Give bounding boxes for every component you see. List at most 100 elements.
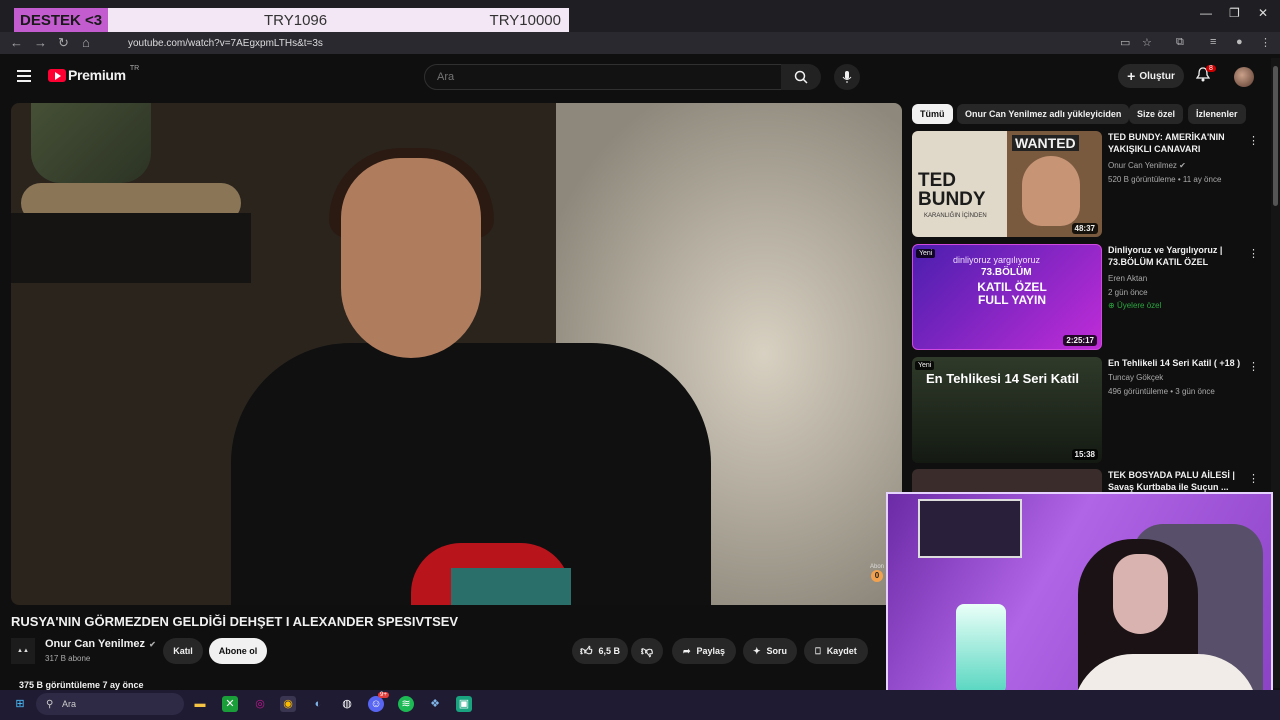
webcam-streamer-face [1113, 554, 1168, 634]
scrollbar-thumb[interactable] [1273, 66, 1278, 206]
extensions-icon[interactable]: ⧉ [1176, 36, 1184, 49]
search-icon: ⚲ [46, 698, 54, 710]
channel-avatar[interactable]: ▲▲ [11, 638, 35, 664]
recommendation-item[interactable]: WANTED TED BUNDY KARANLIĞIN İÇİNDEN 48:3… [912, 131, 1266, 241]
obs-icon[interactable]: ◍ [339, 696, 355, 712]
subscribe-button[interactable]: Abone ol [209, 638, 267, 664]
cast-icon[interactable]: ▭ [1120, 36, 1130, 49]
recommendation-item[interactable]: Yeni dinliyoruz yargılıyoruz 73.BÖLÜM KA… [912, 244, 1266, 354]
more-options-icon[interactable]: ⋮ [1248, 247, 1259, 260]
recommendation-item[interactable]: Yeni En Tehlikesi 14 Seri Katil 15:38 En… [912, 357, 1266, 467]
minimize-icon[interactable]: — [1200, 6, 1212, 20]
user-avatar[interactable] [1234, 67, 1254, 87]
thumbnail-text-top: dinliyoruz yargılıyoruz [953, 255, 1041, 265]
microphone-icon [842, 71, 852, 83]
recommendation-title[interactable]: En Tehlikeli 14 Seri Katil ( +18 ) [1108, 357, 1243, 369]
notification-count-badge: 8 [1206, 65, 1216, 72]
app-icon[interactable]: ◎ [252, 696, 268, 712]
recommendation-item[interactable]: TEK BOSYADA PALU AİLESİ | Savaş Kurtbaba… [912, 469, 1266, 493]
url-bar[interactable]: youtube.com/watch?v=7AEgxpmLTHs&t=3s [104, 34, 1154, 52]
recommendation-channel[interactable]: Eren Aktan [1108, 274, 1147, 283]
subscribe-label: Abone ol [218, 646, 258, 656]
video-meta: 375 B görüntüleme 7 ay önce [19, 680, 144, 690]
windows-start-icon[interactable]: ⊞ [12, 696, 28, 712]
browser-tab-strip: DESTEK <3 TRY1096 TRY10000 — ❐ ✕ [0, 0, 1280, 32]
recommendation-title[interactable]: TEK BOSYADA PALU AİLESİ | Savaş Kurtbaba… [1108, 469, 1243, 493]
back-icon[interactable]: ← [10, 35, 23, 50]
taskbar-search[interactable]: ⚲ Ara [36, 693, 184, 715]
video-duration: 15:38 [1071, 449, 1098, 460]
recommendation-title[interactable]: TED BUNDY: AMERİKA'NIN YAKIŞIKLI CANAVAR… [1108, 131, 1243, 155]
bookmark-icon: ⎕ [815, 645, 821, 656]
ask-label: Soru [766, 646, 788, 656]
dislike-button[interactable]: 👎︎ [631, 638, 663, 664]
search-button[interactable] [781, 64, 821, 90]
profile-icon[interactable]: ● [1236, 36, 1243, 48]
like-button[interactable]: 👍︎ 6,5 B [572, 638, 628, 664]
recommendation-channel[interactable]: Tuncay Gökçek [1108, 373, 1163, 382]
share-button[interactable]: ➦ Paylaş [672, 638, 736, 664]
save-label: Kaydet [826, 646, 857, 656]
thumbs-up-icon: 👍︎ [579, 643, 593, 658]
members-label: Üyelere özel [1116, 301, 1162, 310]
menu-icon[interactable]: ⋮ [1260, 36, 1271, 49]
more-options-icon[interactable]: ⋮ [1248, 472, 1259, 485]
more-options-icon[interactable]: ⋮ [1248, 360, 1259, 373]
create-button[interactable]: + Oluştur [1118, 64, 1184, 88]
watermark-label: Abon [869, 564, 884, 570]
discord-badge: 9+ [378, 692, 389, 698]
video-thumbnail[interactable]: WANTED TED BUNDY KARANLIĞIN İÇİNDEN 48:3… [912, 131, 1102, 237]
recommendation-channel[interactable]: Onur Can Yenilmez ✔ [1108, 161, 1186, 170]
hamburger-menu-icon[interactable] [17, 70, 31, 85]
video-frame-detail [341, 158, 481, 358]
youtube-header: Premium TR + Oluştur 8 [0, 56, 1270, 98]
save-button[interactable]: ⎕ Kaydet [804, 638, 868, 664]
video-thumbnail[interactable]: Yeni En Tehlikesi 14 Seri Katil 15:38 [912, 357, 1102, 463]
app-icon[interactable]: ❖ [427, 696, 443, 712]
donation-amount-current: TRY1096 [264, 11, 328, 29]
thumbnail-face [1022, 156, 1080, 226]
windows-taskbar: ⊞ ⚲ Ara ▬ ✕ ◎ ◉ ◐ ◍ ☺ 9+ ≋ ❖ ▣ [0, 690, 1280, 720]
discord-icon[interactable]: ☺ [368, 696, 384, 712]
thumbnail-text: TED BUNDY [918, 170, 986, 210]
subscribe-watermark[interactable]: Abon 0 [869, 564, 885, 586]
reading-list-icon[interactable]: ≡ [1210, 36, 1216, 48]
home-icon[interactable]: ⌂ [82, 35, 90, 50]
bookmark-star-icon[interactable]: ☆ [1142, 36, 1152, 49]
chip-for-you[interactable]: Size özel [1129, 104, 1184, 124]
create-label: Oluştur [1139, 70, 1175, 82]
thumbnail-subtext: 73.BÖLÜM [981, 267, 1032, 278]
channel-name[interactable]: Onur Can Yenilmez ✔ [45, 638, 156, 650]
search-box[interactable] [424, 64, 783, 90]
video-duration: 48:37 [1071, 223, 1098, 234]
chip-from-uploader[interactable]: Onur Can Yenilmez adlı yükleyiciden [957, 104, 1130, 124]
webcam-overlay [886, 492, 1273, 718]
join-button[interactable]: Katıl [163, 638, 203, 664]
video-thumbnail[interactable] [912, 469, 1102, 493]
video-player[interactable] [11, 103, 902, 605]
xbox-icon[interactable]: ✕ [222, 696, 238, 712]
ask-button[interactable]: ✦ Soru [743, 638, 797, 664]
reload-icon[interactable]: ↻ [58, 35, 69, 51]
voice-search-button[interactable] [834, 64, 860, 90]
steam-icon[interactable]: ◐ [310, 696, 326, 712]
search-input[interactable] [435, 70, 739, 84]
maximize-icon[interactable]: ❐ [1229, 6, 1240, 20]
recommendation-title[interactable]: Dinliyoruz ve Yargılıyoruz | 73.BÖLÜM KA… [1108, 244, 1243, 268]
donation-overlay: DESTEK <3 TRY1096 TRY10000 [14, 8, 569, 32]
file-explorer-icon[interactable]: ▬ [192, 696, 208, 712]
recommendation-meta: 2 gün önce [1108, 288, 1148, 297]
chip-watched[interactable]: İzlenenler [1188, 104, 1246, 124]
chip-all[interactable]: Tümü [912, 104, 953, 124]
forward-icon[interactable]: → [34, 35, 47, 50]
youtube-premium-logo[interactable]: Premium TR [48, 65, 139, 83]
spotify-icon[interactable]: ≋ [398, 696, 414, 712]
close-icon[interactable]: ✕ [1258, 6, 1268, 20]
video-frame-detail [451, 568, 571, 605]
chrome-icon[interactable]: ◉ [280, 696, 296, 712]
verified-icon: ✔ [1179, 161, 1186, 170]
video-thumbnail[interactable]: Yeni dinliyoruz yargılıyoruz 73.BÖLÜM KA… [912, 244, 1102, 350]
more-options-icon[interactable]: ⋮ [1248, 134, 1259, 147]
plus-icon: + [1127, 68, 1136, 84]
app-icon[interactable]: ▣ [456, 696, 472, 712]
